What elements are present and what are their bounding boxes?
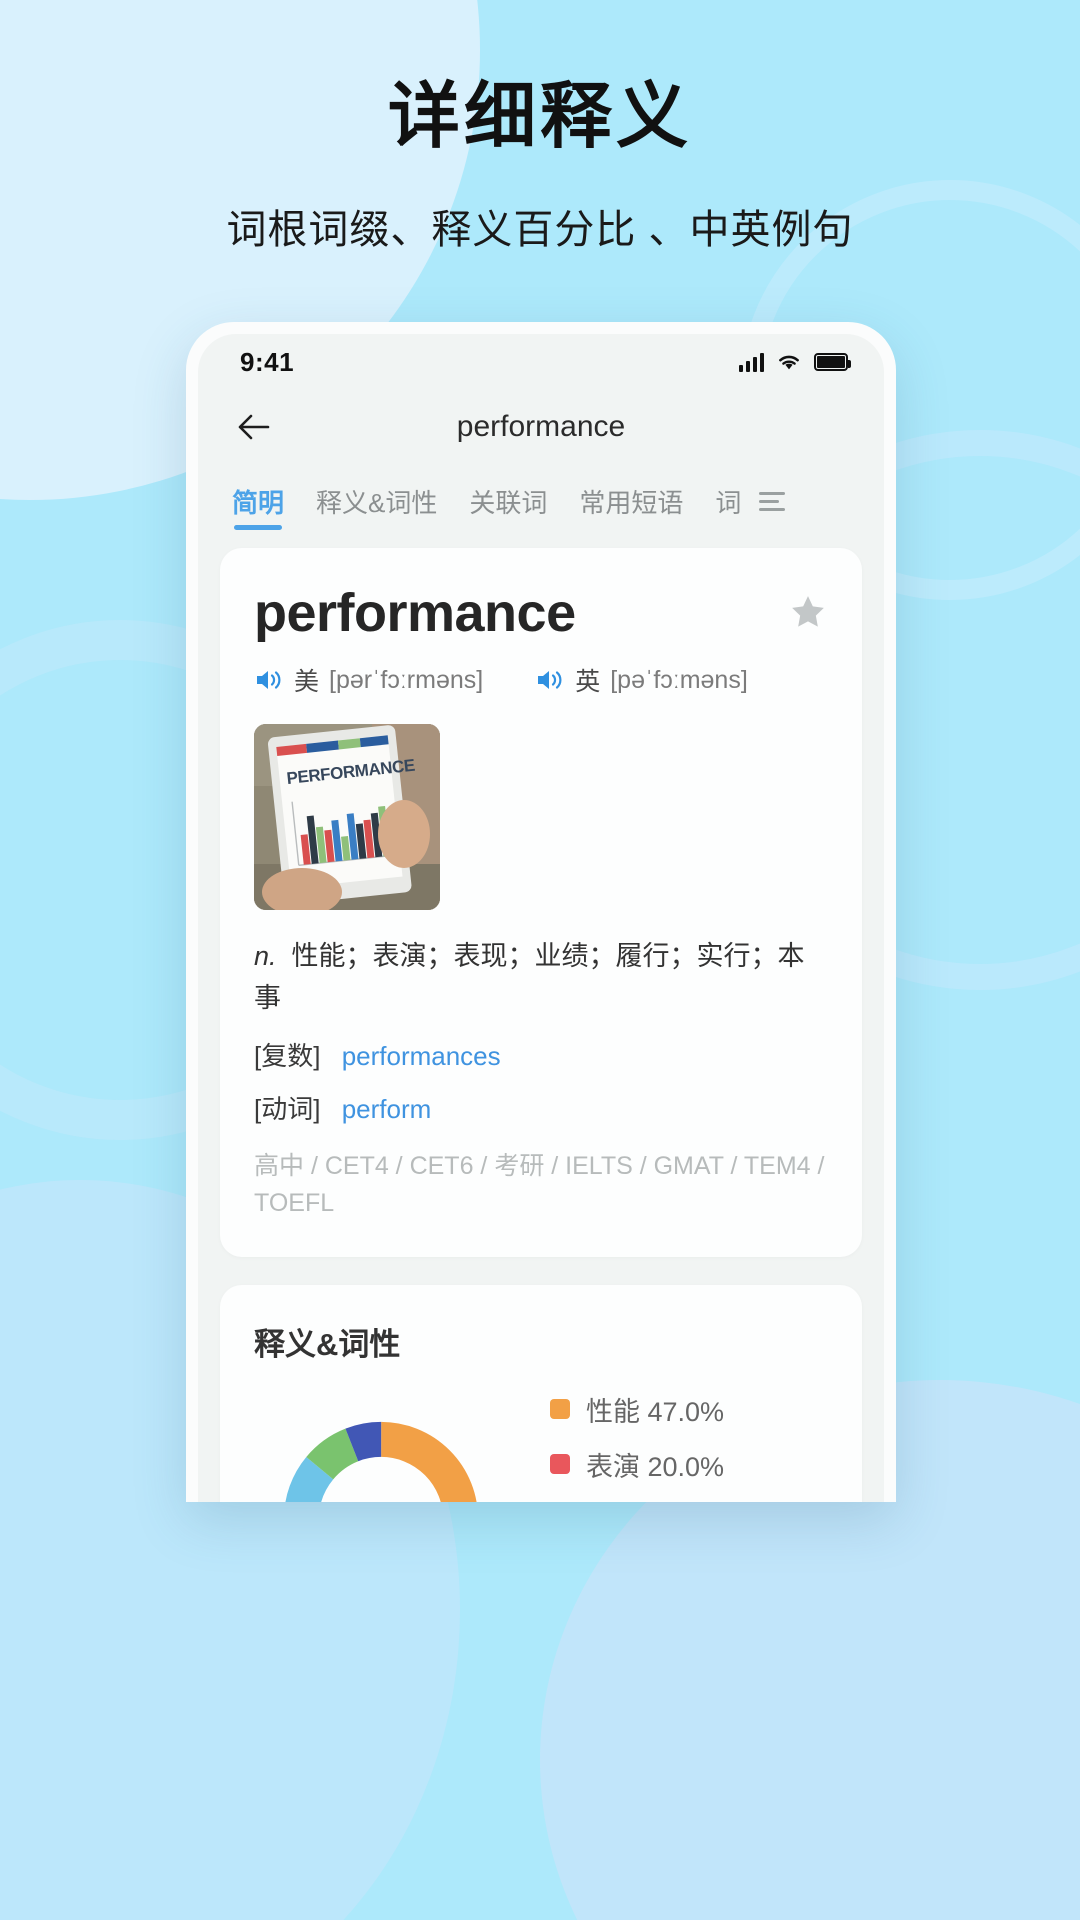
speaker-icon: [257, 671, 281, 689]
battery-icon: [814, 353, 851, 371]
pronunciation-us[interactable]: 美 [pərˈfɔːrməns]: [254, 662, 483, 698]
meaning-donut-chart: 释义百分比: [276, 1414, 486, 1502]
part-of-speech: n.: [254, 941, 277, 971]
charts-section-title: 释义&词性: [254, 1326, 401, 1362]
back-arrow-icon[interactable]: [232, 405, 276, 449]
pronunciation-us-region: 美: [294, 668, 320, 696]
pronunciation-us-ipa: [pərˈfɔːrməns]: [329, 665, 484, 694]
plural-form-label: [复数]: [254, 1040, 321, 1071]
definition-text: 性能；表演；表现；业绩；履行；实行；本事: [254, 941, 805, 1013]
pronunciation-uk-ipa: [pəˈfɔːməns]: [610, 665, 748, 694]
promo-headings: 详细释义 词根词缀、释义百分比 、中英例句: [0, 77, 1080, 255]
verb-form-row: [动词] perform: [254, 1089, 828, 1126]
phone-screen: 9:41 performance 简明 释义&词性 关联词 常用短语 词 per…: [198, 334, 884, 1502]
promo-subtitle: 词根词缀、释义百分比 、中英例句: [226, 208, 854, 253]
pronunciation-uk-region: 英: [575, 668, 601, 696]
charts-card: 释义&词性 释义百分比: [220, 1284, 862, 1502]
tab-guanlianci[interactable]: 关联词: [453, 464, 563, 538]
plural-form-row: [复数] performances: [254, 1036, 828, 1073]
definition-line: n. 性能；表演；表现；业绩；履行；实行；本事: [254, 936, 828, 1020]
pronunciation-uk[interactable]: 英 [pəˈfɔːməns]: [535, 662, 748, 698]
status-time: 9:41: [240, 346, 295, 377]
word-headword: performance: [254, 583, 576, 643]
definitions: n. 性能；表演；表现；业绩；履行；实行；本事 [复数] performance…: [254, 936, 828, 1223]
word-card: performance 美 [pərˈfɔːrməns] 英 [pəˈfɔːmə…: [220, 548, 862, 1257]
legend-label-biaoyan: 表演 20.0%: [586, 1451, 725, 1482]
legend-label-xingneng: 性能 47.0%: [586, 1396, 725, 1427]
tab-changyongduanyu[interactable]: 常用短语: [563, 464, 699, 538]
legend-item: 性能 47.0%: [550, 1390, 724, 1429]
content-scroll[interactable]: performance 美 [pərˈfɔːrməns] 英 [pəˈfɔːmə…: [198, 538, 884, 1502]
legend-swatch-xingneng: [550, 1399, 570, 1420]
verb-form-link[interactable]: perform: [342, 1094, 432, 1124]
tab-shiyi-cixing[interactable]: 释义&词性: [300, 464, 453, 538]
verb-form-label: [动词]: [254, 1093, 321, 1124]
exam-tags: 高中 / CET4 / CET6 / 考研 / IELTS / GMAT / T…: [254, 1151, 825, 1218]
tab-bar: 简明 释义&词性 关联词 常用短语 词: [198, 464, 884, 538]
phonetics-row: 美 [pərˈfɔːrməns] 英 [pəˈfɔːməns]: [254, 662, 828, 698]
status-bar: 9:41: [198, 334, 884, 390]
legend-label-biaoxian: 表现 19.0%: [586, 1500, 724, 1502]
legend-swatch-biaoyan: [550, 1454, 570, 1475]
word-thumbnail-image[interactable]: PERFORMANCE: [254, 724, 440, 910]
meaning-percentage-chart-row: 释义百分比 性能 47.0% 表演 20.0% 表: [254, 1390, 828, 1502]
wifi-icon: [779, 355, 799, 370]
page-title: performance: [456, 410, 626, 443]
speaker-icon: [538, 671, 562, 689]
star-icon[interactable]: [788, 592, 828, 632]
promo-title: 详细释义: [387, 77, 692, 157]
legend-item: 表演 20.0%: [550, 1445, 724, 1484]
signal-icon: [739, 352, 764, 372]
phone-mockup: 9:41 performance 简明 释义&词性 关联词 常用短语 词 per…: [186, 322, 896, 1502]
tab-jianming[interactable]: 简明: [232, 464, 300, 538]
meaning-chart-legend: 性能 47.0% 表演 20.0% 表现 19.0% 其他 8.0%: [550, 1390, 724, 1502]
nav-bar: performance: [198, 390, 884, 464]
list-menu-icon[interactable]: [759, 491, 786, 511]
plural-form-link[interactable]: performances: [342, 1041, 501, 1071]
meaning-donut-center-label: 释义百分比: [276, 1414, 486, 1502]
word-header: performance: [254, 582, 828, 644]
status-icons: [739, 352, 851, 372]
tab-ci[interactable]: 词: [699, 464, 751, 538]
legend-item: 表现 19.0%: [550, 1500, 724, 1502]
